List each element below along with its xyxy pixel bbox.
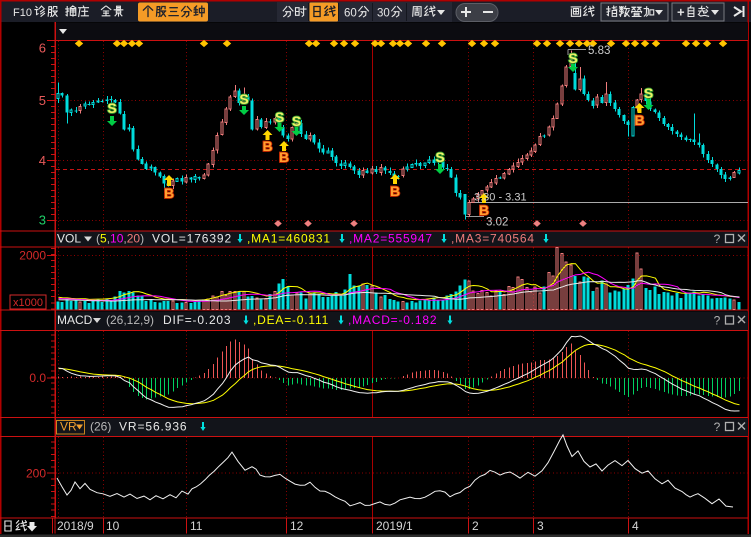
svg-text:B: B (279, 149, 289, 165)
svg-text:(5,10,20): (5,10,20) (96, 232, 144, 246)
svg-text:,MA2=555947: ,MA2=555947 (349, 232, 433, 246)
svg-text:2018/9: 2018/9 (57, 519, 94, 533)
svg-text:0.0: 0.0 (29, 371, 46, 385)
svg-text:VOL=176392: VOL=176392 (152, 232, 232, 246)
svg-text:S: S (292, 113, 301, 129)
svg-text:11: 11 (190, 519, 203, 533)
svg-text:x1000: x1000 (13, 297, 43, 309)
svg-text:S: S (644, 85, 653, 101)
svg-text:3: 3 (39, 213, 46, 228)
svg-text:S: S (239, 91, 248, 107)
svg-text:B: B (164, 185, 174, 201)
svg-text:30: 30 (377, 8, 390, 20)
svg-text:3: 3 (537, 519, 544, 533)
svg-text:,MA1=460831: ,MA1=460831 (247, 232, 331, 246)
svg-text:MACD: MACD (57, 313, 93, 327)
svg-text:5: 5 (39, 93, 46, 108)
svg-text:10: 10 (106, 519, 120, 533)
svg-text:?: ? (714, 420, 721, 434)
svg-text:(26,12,9): (26,12,9) (106, 313, 154, 327)
svg-text:3.30 - 3.31: 3.30 - 3.31 (474, 192, 527, 204)
svg-text:2019/1: 2019/1 (376, 519, 413, 533)
svg-text:F10: F10 (13, 7, 32, 19)
svg-text:200: 200 (26, 467, 46, 481)
svg-text:VR: VR (60, 420, 77, 434)
svg-text:B: B (634, 112, 644, 128)
svg-text:,MA3=740564: ,MA3=740564 (451, 232, 535, 246)
svg-text:VOL: VOL (57, 232, 81, 246)
svg-text:S: S (275, 109, 284, 125)
svg-text:6: 6 (39, 41, 46, 56)
svg-text:S: S (568, 50, 577, 66)
svg-text:2000: 2000 (19, 249, 46, 263)
svg-text:,DEA=-0.111: ,DEA=-0.111 (253, 313, 329, 327)
svg-text:4: 4 (39, 153, 46, 168)
svg-text:60: 60 (344, 8, 357, 20)
svg-text:,MACD=-0.182: ,MACD=-0.182 (348, 313, 437, 327)
svg-text:4: 4 (632, 519, 639, 533)
svg-text:(26): (26) (90, 420, 111, 434)
svg-text:?: ? (714, 232, 721, 246)
svg-text:B: B (390, 183, 400, 199)
svg-text:12: 12 (290, 519, 304, 533)
svg-text:B: B (262, 138, 272, 154)
svg-text:DIF=-0.203: DIF=-0.203 (163, 313, 231, 327)
svg-text:S: S (107, 100, 116, 116)
svg-text:?: ? (714, 314, 721, 328)
svg-text:3.02: 3.02 (486, 217, 508, 229)
svg-text:VR=56.936: VR=56.936 (119, 420, 187, 434)
svg-text:2: 2 (472, 519, 479, 533)
svg-text:5.83: 5.83 (588, 45, 610, 57)
svg-text:+: + (677, 5, 685, 20)
svg-text:S: S (435, 149, 444, 165)
